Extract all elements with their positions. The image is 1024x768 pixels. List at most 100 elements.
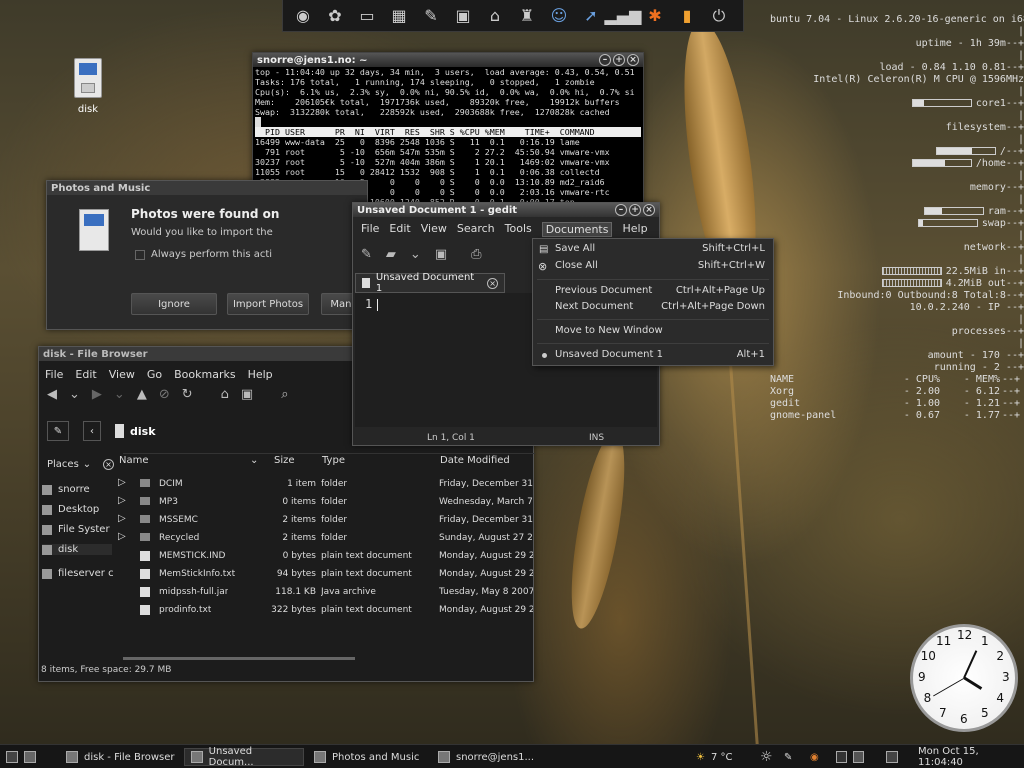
menu-tools[interactable]: Tools	[505, 222, 532, 237]
monitor-icon[interactable]: ▣	[449, 3, 477, 29]
menu-bookmarks[interactable]: Bookmarks	[174, 368, 235, 381]
breadcrumb-disk[interactable]: disk	[115, 424, 156, 438]
expander-triangle-icon[interactable]: ▷	[118, 477, 126, 488]
menu-item-close-all[interactable]: ⊗ Close All Shift+Ctrl+W	[533, 260, 773, 274]
firefox-launcher-icon[interactable]: ◉	[804, 748, 828, 766]
text-editor-icon[interactable]: ✎	[417, 3, 445, 29]
maximize-icon[interactable]: +	[629, 204, 641, 216]
sidebar-item-2[interactable]: File Syster	[42, 524, 110, 535]
photos-dialog-titlebar[interactable]: Photos and Music	[47, 181, 367, 195]
menu-item-previous-document[interactable]: Previous Document Ctrl+Alt+Page Up	[533, 285, 773, 299]
notes-applet-icon[interactable]: ✎	[778, 748, 802, 766]
signal-icon[interactable]: ▂▄▆	[605, 3, 642, 29]
edit-location-icon[interactable]: ✎	[47, 421, 69, 441]
column-header-name[interactable]: Name ⌄	[119, 455, 258, 466]
new-document-icon[interactable]: ✎	[361, 247, 372, 262]
expander-triangle-icon[interactable]: ▷	[118, 531, 126, 542]
table-row[interactable]: ▷ MSSEMC 2 items folder Friday, December 31 …	[116, 511, 534, 529]
print-icon[interactable]: ⎙	[471, 247, 481, 262]
column-header-date[interactable]: Date Modified	[440, 455, 510, 466]
menu-go[interactable]: Go	[147, 368, 162, 381]
menu-view[interactable]: View	[109, 368, 135, 381]
gimp-icon[interactable]: ✿	[321, 3, 349, 29]
trash-icon[interactable]: ♜	[513, 3, 541, 29]
menu-edit[interactable]: Edit	[389, 222, 410, 237]
table-row[interactable]: prodinfo.txt 322 bytes plain text document…	[116, 601, 534, 619]
back-arrow-icon[interactable]: ◀	[47, 387, 57, 402]
places-dropdown[interactable]: Places ⌄	[47, 459, 91, 470]
minimize-icon[interactable]: –	[615, 204, 627, 216]
table-row[interactable]: ▷ MP3 0 items folder Wednesday, March 7 2	[116, 493, 534, 511]
panel-clock[interactable]: Mon Oct 15, 11:04:40	[912, 746, 1024, 768]
close-icon[interactable]: ×	[627, 54, 639, 66]
menu-edit[interactable]: Edit	[75, 368, 96, 381]
reload-icon[interactable]: ↻	[182, 387, 193, 402]
power-icon[interactable]: ⏻	[705, 3, 733, 29]
terminal-icon[interactable]: ▭	[353, 3, 381, 29]
brightness-icon[interactable]: ☼	[754, 748, 778, 766]
up-arrow-icon[interactable]: ▲	[137, 387, 147, 402]
calculator-icon[interactable]: ▦	[385, 3, 413, 29]
breadcrumb-back-icon[interactable]: ‹	[83, 421, 101, 441]
import-photos-button[interactable]: Import Photos	[227, 293, 309, 315]
menu-file[interactable]: File	[361, 222, 379, 237]
horizontal-scrollbar[interactable]	[123, 657, 355, 660]
table-row[interactable]: ▷ DCIM 1 item folder Friday, December 31 1	[116, 475, 534, 493]
open-folder-icon[interactable]: ▰	[386, 247, 396, 262]
menu-item-unsaved-document-1[interactable]: Unsaved Document 1 Alt+1	[533, 349, 773, 363]
column-header-type[interactable]: Type	[322, 455, 345, 466]
menu-help[interactable]: Help	[248, 368, 273, 381]
battery-icon[interactable]: ▮	[673, 3, 701, 29]
show-desktop-icon[interactable]	[0, 748, 50, 766]
gedit-titlebar[interactable]: Unsaved Document 1 - gedit – + ×	[353, 203, 659, 217]
terminal-titlebar[interactable]: snorre@jens1.no: ~ – + ×	[253, 53, 643, 67]
photos-music-dialog[interactable]: Photos and Music Photos were found on Wo…	[46, 180, 368, 330]
forward-arrow-icon[interactable]: ▶	[92, 387, 102, 402]
expander-triangle-icon[interactable]: ▷	[118, 495, 126, 506]
table-row[interactable]: midpssh-full.jar 118.1 KB Java archive Tues…	[116, 583, 534, 601]
task-terminal[interactable]: snorre@jens1...	[432, 748, 552, 766]
home-icon[interactable]: ⌂	[481, 3, 509, 29]
sidebar-item-1[interactable]: Desktop	[42, 504, 99, 515]
ignore-button[interactable]: Ignore	[131, 293, 217, 315]
minimize-icon[interactable]: –	[599, 54, 611, 66]
computer-icon[interactable]: ▣	[241, 387, 253, 402]
menu-documents[interactable]: Documents	[541, 222, 613, 237]
chevron-down-icon[interactable]: ⌄	[410, 247, 421, 262]
stop-icon[interactable]: ⊘	[159, 387, 170, 402]
sidebar-item-3[interactable]: disk	[42, 544, 112, 555]
desktop-disk-icon[interactable]: disk	[66, 58, 110, 115]
menu-search[interactable]: Search	[457, 222, 495, 237]
menu-view[interactable]: View	[421, 222, 447, 237]
home-icon[interactable]: ⌂	[221, 387, 229, 402]
chevron-down-icon[interactable]: ⌄	[114, 387, 125, 402]
close-sidebar-icon[interactable]: ×	[103, 459, 114, 470]
search-icon[interactable]: ⌕	[281, 387, 288, 402]
menu-item-next-document[interactable]: Next Document Ctrl+Alt+Page Down	[533, 301, 773, 315]
cursor-icon[interactable]: ➚	[577, 3, 605, 29]
task-photos-music[interactable]: Photos and Music	[308, 748, 428, 766]
close-icon[interactable]: ×	[643, 204, 655, 216]
weather-applet[interactable]: ☀ 7 °C	[690, 748, 750, 766]
workspace-switcher[interactable]	[830, 748, 870, 766]
user-icon[interactable]: ☺	[545, 3, 573, 29]
task-gedit[interactable]: Unsaved Docum...	[184, 746, 304, 768]
save-icon[interactable]: ▣	[435, 247, 447, 262]
column-header-size[interactable]: Size	[274, 455, 295, 466]
task-file-browser[interactable]: disk - File Browser	[60, 748, 184, 766]
window-list-icon[interactable]	[880, 748, 904, 766]
expander-triangle-icon[interactable]: ▷	[118, 513, 126, 524]
maximize-icon[interactable]: +	[613, 54, 625, 66]
table-row[interactable]: MEMSTICK.IND 0 bytes plain text document Mo…	[116, 547, 534, 565]
menu-help[interactable]: Help	[622, 222, 647, 237]
sidebar-item-4[interactable]: fileserver c	[42, 568, 114, 579]
menu-item-move-to-new-window[interactable]: Move to New Window	[533, 325, 773, 339]
table-row[interactable]: MemStickInfo.txt 94 bytes plain text docum…	[116, 565, 534, 583]
chevron-down-icon[interactable]: ⌄	[69, 387, 80, 402]
menu-item-save-all[interactable]: ▤ Save All Shift+Ctrl+L	[533, 243, 773, 257]
tab-close-icon[interactable]: ×	[487, 277, 498, 289]
sidebar-item-0[interactable]: snorre	[42, 484, 90, 495]
always-perform-checkbox[interactable]: Always perform this acti	[135, 249, 272, 260]
document-tab[interactable]: Unsaved Document 1 ×	[355, 272, 505, 294]
menu-file[interactable]: File	[45, 368, 63, 381]
